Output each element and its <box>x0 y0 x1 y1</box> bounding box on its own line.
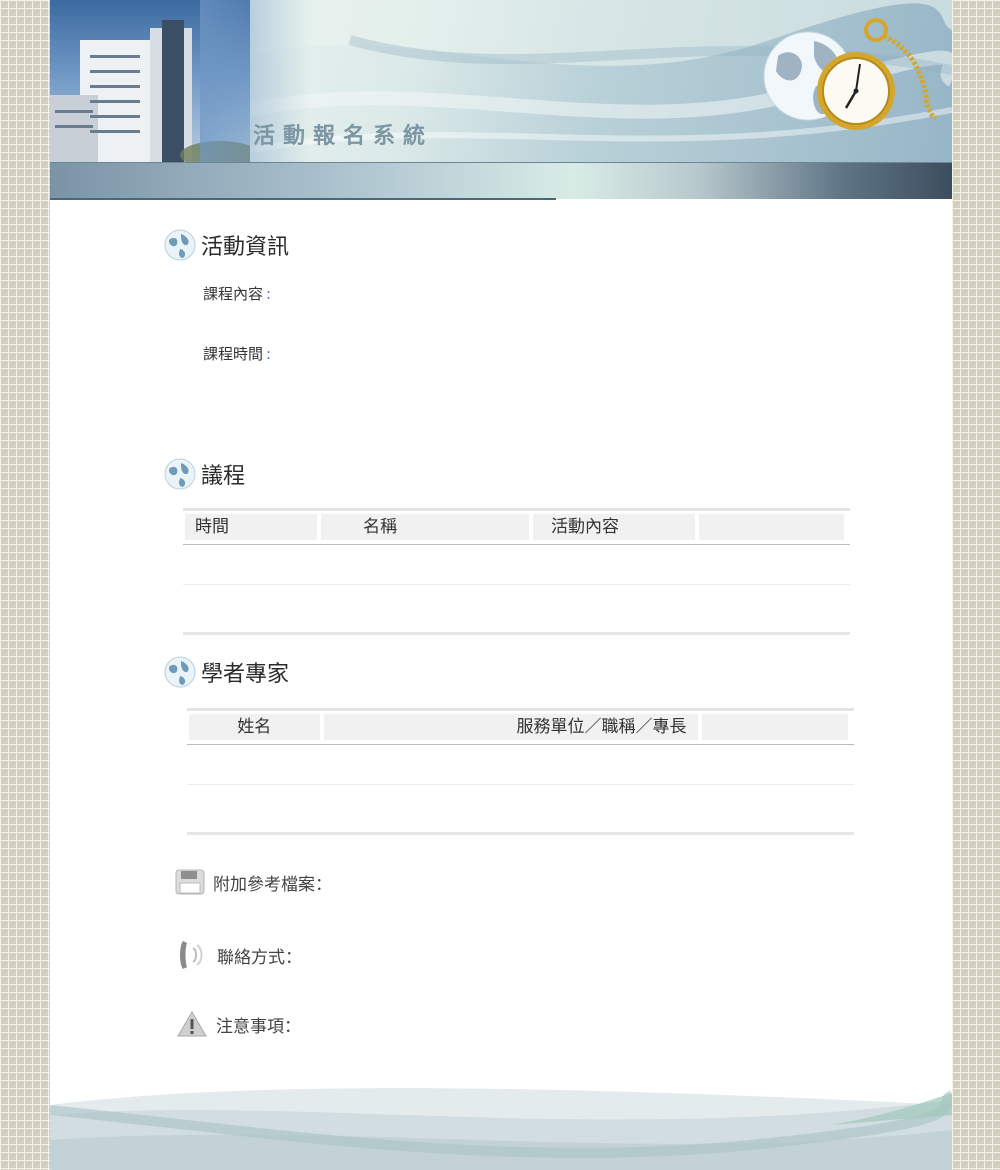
agenda-table: 時間 名稱 活動內容 <box>183 508 850 635</box>
table-row <box>183 545 850 585</box>
header-banner: 活動報名系統 <box>50 0 952 162</box>
contact-item: 聯絡方式： <box>177 938 302 972</box>
course-content-field: 課程內容: <box>203 283 271 304</box>
experts-title: 學者專家 <box>201 662 290 687</box>
agenda-col-name: 名稱 <box>321 514 529 540</box>
phone-icon <box>180 941 203 969</box>
contact-label: 聯絡方式： <box>217 947 302 968</box>
globe-icon <box>164 656 196 688</box>
agenda-col-extra <box>699 514 844 540</box>
attachments-item: 附加參考檔案： <box>175 869 332 895</box>
experts-table: 姓名 服務單位／職稱／專長 <box>187 708 854 835</box>
table-row <box>183 585 850 635</box>
experts-table-header: 姓名 服務單位／職稱／專長 <box>187 711 854 745</box>
experts-col-name: 姓名 <box>189 714 320 740</box>
pocket-watch-icon <box>763 18 938 130</box>
activity-info-heading: 活動資訊 <box>163 228 289 262</box>
disk-icon <box>175 869 205 895</box>
globe-icon <box>164 458 196 490</box>
agenda-col-time: 時間 <box>185 514 318 540</box>
agenda-heading: 議程 <box>163 457 245 491</box>
site-title: 活動報名系統 <box>253 124 434 149</box>
table-row <box>187 745 854 785</box>
agenda-table-header: 時間 名稱 活動內容 <box>183 511 850 545</box>
course-time-label: 課程時間 <box>203 345 264 363</box>
agenda-title: 議程 <box>201 464 246 489</box>
course-content-label: 課程內容 <box>203 285 264 303</box>
experts-col-affiliation: 服務單位／職稱／專長 <box>323 714 699 740</box>
footer-waves <box>50 1088 952 1170</box>
page-container: 活動報名系統 活動資訊 課程內容: 課程時間: 議程 時間 名稱 活動內容 學者… <box>50 0 952 1170</box>
warning-icon <box>177 1011 207 1037</box>
activity-info-title: 活動資訊 <box>201 235 290 260</box>
notice-item: 注意事項： <box>176 1010 301 1038</box>
table-row <box>187 785 854 835</box>
header-bar-underline <box>50 198 556 200</box>
experts-col-extra <box>702 714 848 740</box>
experts-heading: 學者專家 <box>163 655 289 689</box>
course-time-field: 課程時間: <box>203 343 271 364</box>
globe-icon <box>164 229 196 261</box>
header-bar <box>50 162 952 199</box>
course-time-colon: : <box>266 345 272 363</box>
course-content-colon: : <box>266 285 272 303</box>
attachments-label: 附加參考檔案： <box>213 874 332 895</box>
agenda-col-content: 活動內容 <box>533 514 695 540</box>
notice-label: 注意事項： <box>216 1016 301 1037</box>
